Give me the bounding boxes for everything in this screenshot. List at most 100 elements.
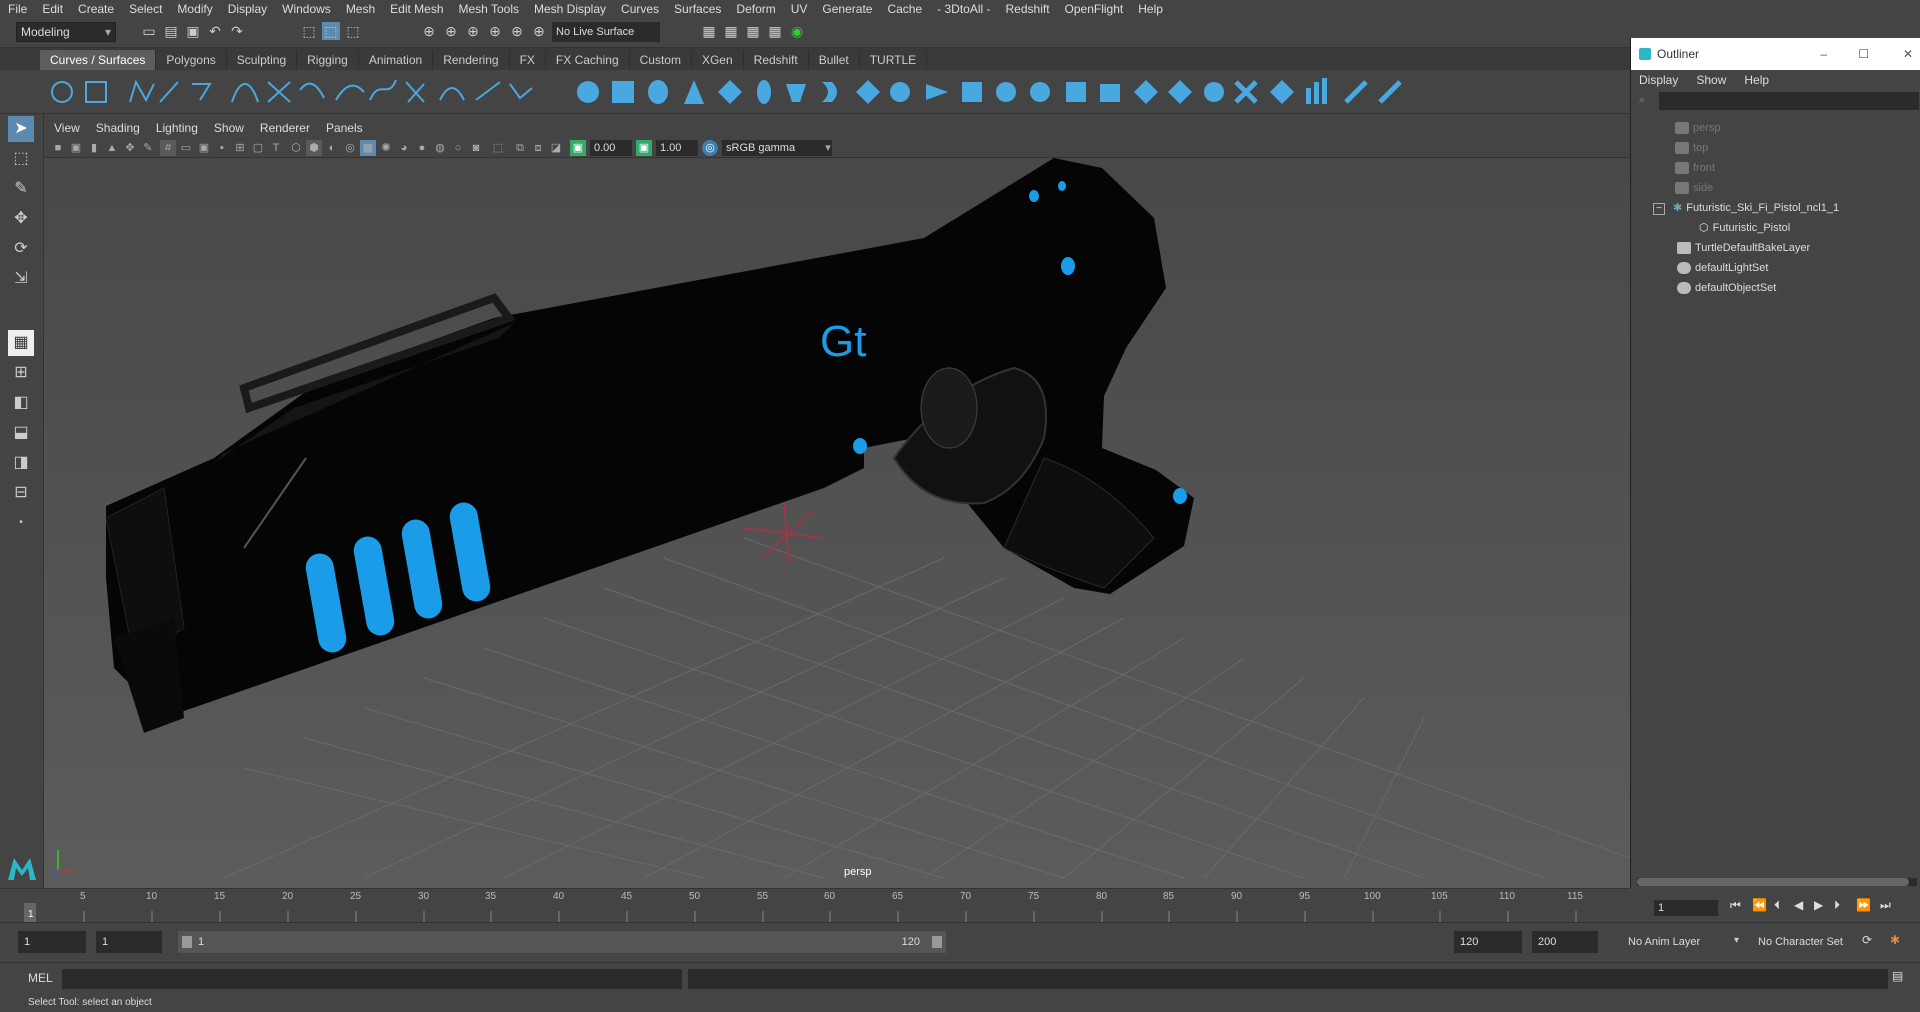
revolve-icon[interactable] xyxy=(786,84,806,102)
intersect-icon[interactable] xyxy=(1100,84,1120,102)
resolution-gate-icon[interactable]: ▣ xyxy=(196,140,212,156)
playback-options-icon[interactable]: ✱ xyxy=(1890,933,1900,947)
depth-of-field-icon[interactable]: ◙ xyxy=(468,140,484,156)
make-live-icon[interactable]: ⊕ xyxy=(530,22,548,40)
outliner-item-group[interactable]: − ✱ Futuristic_Ski_Fi_Pistol_ncl1_1 xyxy=(1653,198,1839,218)
minimize-icon[interactable]: – xyxy=(1820,38,1827,70)
outliner-menu-show[interactable]: Show xyxy=(1696,73,1726,87)
trim-icon[interactable] xyxy=(1134,80,1158,104)
extend-icon[interactable] xyxy=(405,81,425,103)
auto-key-icon[interactable]: ⟳ xyxy=(1862,933,1872,947)
menu-curves[interactable]: Curves xyxy=(621,2,659,16)
menu-edit-mesh[interactable]: Edit Mesh xyxy=(390,2,443,16)
planar-icon[interactable] xyxy=(856,80,880,104)
field-chart-icon[interactable]: ⊞ xyxy=(232,140,248,156)
grease-pencil-icon[interactable]: ✎ xyxy=(140,140,156,156)
reverse-icon[interactable] xyxy=(475,81,501,101)
playback-start-field[interactable]: 1 xyxy=(96,931,162,953)
nurbs-cone-icon[interactable] xyxy=(684,80,704,104)
outliner-item-top[interactable]: top xyxy=(1675,138,1708,158)
render-settings-icon[interactable]: ▦ xyxy=(744,22,762,40)
outliner-item-persp[interactable]: persp xyxy=(1675,118,1721,138)
nurbs-circle-icon[interactable] xyxy=(51,81,73,103)
anti-aliasing-icon[interactable]: ○ xyxy=(450,140,466,156)
render-frame-icon[interactable]: ▦ xyxy=(700,22,718,40)
ep-curve-icon[interactable] xyxy=(159,81,179,103)
menu-file[interactable]: File xyxy=(8,2,27,16)
rotate-tool-icon[interactable]: ⟳ xyxy=(8,236,34,262)
mode-dropdown[interactable]: Modeling xyxy=(16,22,116,42)
menu-generate[interactable]: Generate xyxy=(822,2,872,16)
hypershade-layout-icon[interactable]: ◨ xyxy=(8,450,34,476)
exposure-field[interactable]: 0.00 xyxy=(590,140,632,156)
wireframe-on-shaded-icon[interactable]: ◎ xyxy=(342,140,358,156)
nurbs-torus-icon[interactable] xyxy=(757,80,771,104)
menu-help[interactable]: Help xyxy=(1138,2,1163,16)
menu-redshift[interactable]: Redshift xyxy=(1006,2,1050,16)
uv-layout-icon[interactable]: ⊟ xyxy=(8,480,34,506)
outliner-menu-help[interactable]: Help xyxy=(1744,73,1769,87)
bezier-icon[interactable] xyxy=(267,81,291,103)
xray-joints-icon[interactable]: ⧈ xyxy=(530,140,546,156)
range-start-handle[interactable] xyxy=(182,936,192,948)
nurbs-sphere-icon[interactable] xyxy=(577,81,599,103)
script-editor-icon[interactable]: ▤ xyxy=(1892,969,1903,983)
shelf-tab-polygons[interactable]: Polygons xyxy=(156,50,227,70)
scale-tool-icon[interactable]: ⇲ xyxy=(8,266,34,292)
isolate-select-icon[interactable]: ⬚ xyxy=(490,140,506,156)
align-surface-icon[interactable] xyxy=(1270,80,1294,104)
script-language-toggle[interactable]: MEL xyxy=(28,971,53,985)
hypershade-icon[interactable]: ▦ xyxy=(766,22,784,40)
ipr-render-icon[interactable]: ▦ xyxy=(722,22,740,40)
use-all-lights-icon[interactable]: ✺ xyxy=(378,140,394,156)
time-slider[interactable]: 1 5 10 15 20 25 30 35 40 45 50 55 60 65 … xyxy=(0,888,1630,923)
menu-deform[interactable]: Deform xyxy=(736,2,775,16)
shelf-tab-redshift[interactable]: Redshift xyxy=(744,50,809,70)
shelf-tab-rendering[interactable]: Rendering xyxy=(433,50,510,70)
menu-uv[interactable]: UV xyxy=(791,2,808,16)
live-surface-field[interactable]: No Live Surface xyxy=(552,22,660,42)
play-forward-icon[interactable]: ▶ xyxy=(1814,898,1823,912)
square-surface-icon[interactable] xyxy=(1030,82,1050,102)
gamma-icon[interactable]: ▣ xyxy=(636,140,652,156)
nurbs-plane-icon[interactable] xyxy=(718,80,742,104)
current-frame-field[interactable]: 1 xyxy=(1654,900,1718,916)
detach-curve-icon[interactable] xyxy=(335,84,365,101)
menu-modify[interactable]: Modify xyxy=(177,2,212,16)
gate-mask-icon[interactable]: ▪ xyxy=(214,140,230,156)
bevel-icon[interactable] xyxy=(962,82,982,102)
outliner-item-mesh[interactable]: ⬡ Futuristic_Pistol xyxy=(1699,218,1790,238)
rebuild-icon[interactable] xyxy=(509,83,533,100)
character-set-dropdown[interactable]: No Character Set xyxy=(1752,931,1860,953)
select-component-icon[interactable]: ⬚ xyxy=(344,22,362,40)
wireframe-icon[interactable]: ⬡ xyxy=(288,140,304,156)
go-to-end-icon[interactable]: ⏭ xyxy=(1880,898,1891,913)
panel-menu-view[interactable]: View xyxy=(54,121,80,135)
menu-windows[interactable]: Windows xyxy=(282,2,331,16)
insert-knot-icon[interactable] xyxy=(369,79,397,101)
nurbs-square-icon[interactable] xyxy=(85,81,107,103)
outliner-scroll-thumb[interactable] xyxy=(1637,878,1909,886)
safe-action-icon[interactable]: ▢ xyxy=(250,140,266,156)
menu-mesh[interactable]: Mesh xyxy=(346,2,375,16)
save-scene-icon[interactable]: ▣ xyxy=(184,22,202,40)
open-scene-icon[interactable]: ▤ xyxy=(162,22,180,40)
undo-icon[interactable]: ↶ xyxy=(206,22,224,40)
lasso-tool-icon[interactable]: ⬚ xyxy=(8,146,34,172)
smooth-shade-icon[interactable]: ⬢ xyxy=(306,140,322,156)
menu-mesh-display[interactable]: Mesh Display xyxy=(534,2,606,16)
step-forward-frame-icon[interactable]: ⏵ xyxy=(1834,898,1840,913)
menu-surfaces[interactable]: Surfaces xyxy=(674,2,721,16)
safe-title-icon[interactable]: T xyxy=(268,140,284,156)
persp-outliner-layout-icon[interactable]: ◧ xyxy=(8,390,34,416)
pencil-curve-icon[interactable] xyxy=(192,83,212,101)
new-scene-icon[interactable]: ▭ xyxy=(140,22,158,40)
play-backward-icon[interactable]: ◀ xyxy=(1794,898,1803,912)
motion-blur-icon[interactable]: ◍ xyxy=(432,140,448,156)
playback-end-field[interactable]: 120 xyxy=(1454,931,1522,953)
outliner-item-light-set[interactable]: defaultLightSet xyxy=(1677,258,1768,278)
shelf-tab-animation[interactable]: Animation xyxy=(359,50,434,70)
shelf-tab-bullet[interactable]: Bullet xyxy=(809,50,860,70)
outliner-menu-display[interactable]: Display xyxy=(1639,73,1678,87)
loft-icon[interactable] xyxy=(822,82,837,102)
